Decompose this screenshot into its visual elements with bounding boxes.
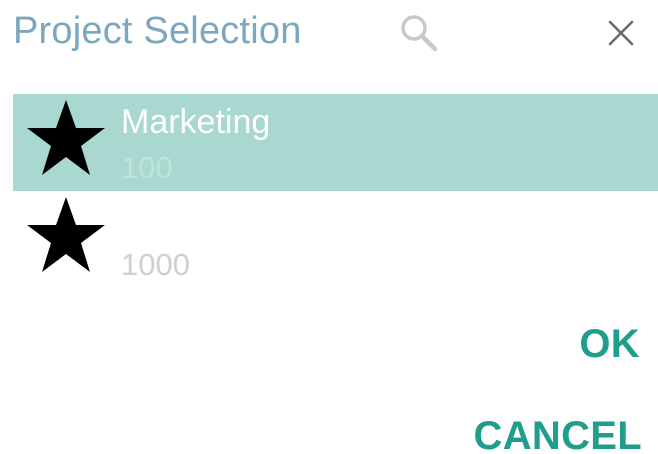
project-row[interactable]: 1000 — [13, 191, 658, 288]
close-button[interactable] — [600, 12, 642, 54]
star-icon — [26, 98, 106, 178]
star-icon — [26, 195, 106, 275]
project-selection-dialog: Project Selection Marketing 100 1000 OK … — [0, 0, 658, 454]
project-name: Marketing — [121, 103, 271, 141]
dialog-title: Project Selection — [13, 10, 302, 52]
project-list: Marketing 100 1000 — [13, 94, 658, 288]
project-count: 1000 — [121, 247, 190, 282]
cancel-button[interactable]: CANCEL — [474, 412, 642, 454]
ok-button[interactable]: OK — [579, 320, 640, 368]
close-icon — [600, 12, 642, 54]
project-row[interactable]: Marketing 100 — [13, 94, 658, 191]
project-count: 100 — [121, 150, 173, 185]
search-icon — [396, 10, 442, 56]
search-button[interactable] — [396, 10, 442, 56]
